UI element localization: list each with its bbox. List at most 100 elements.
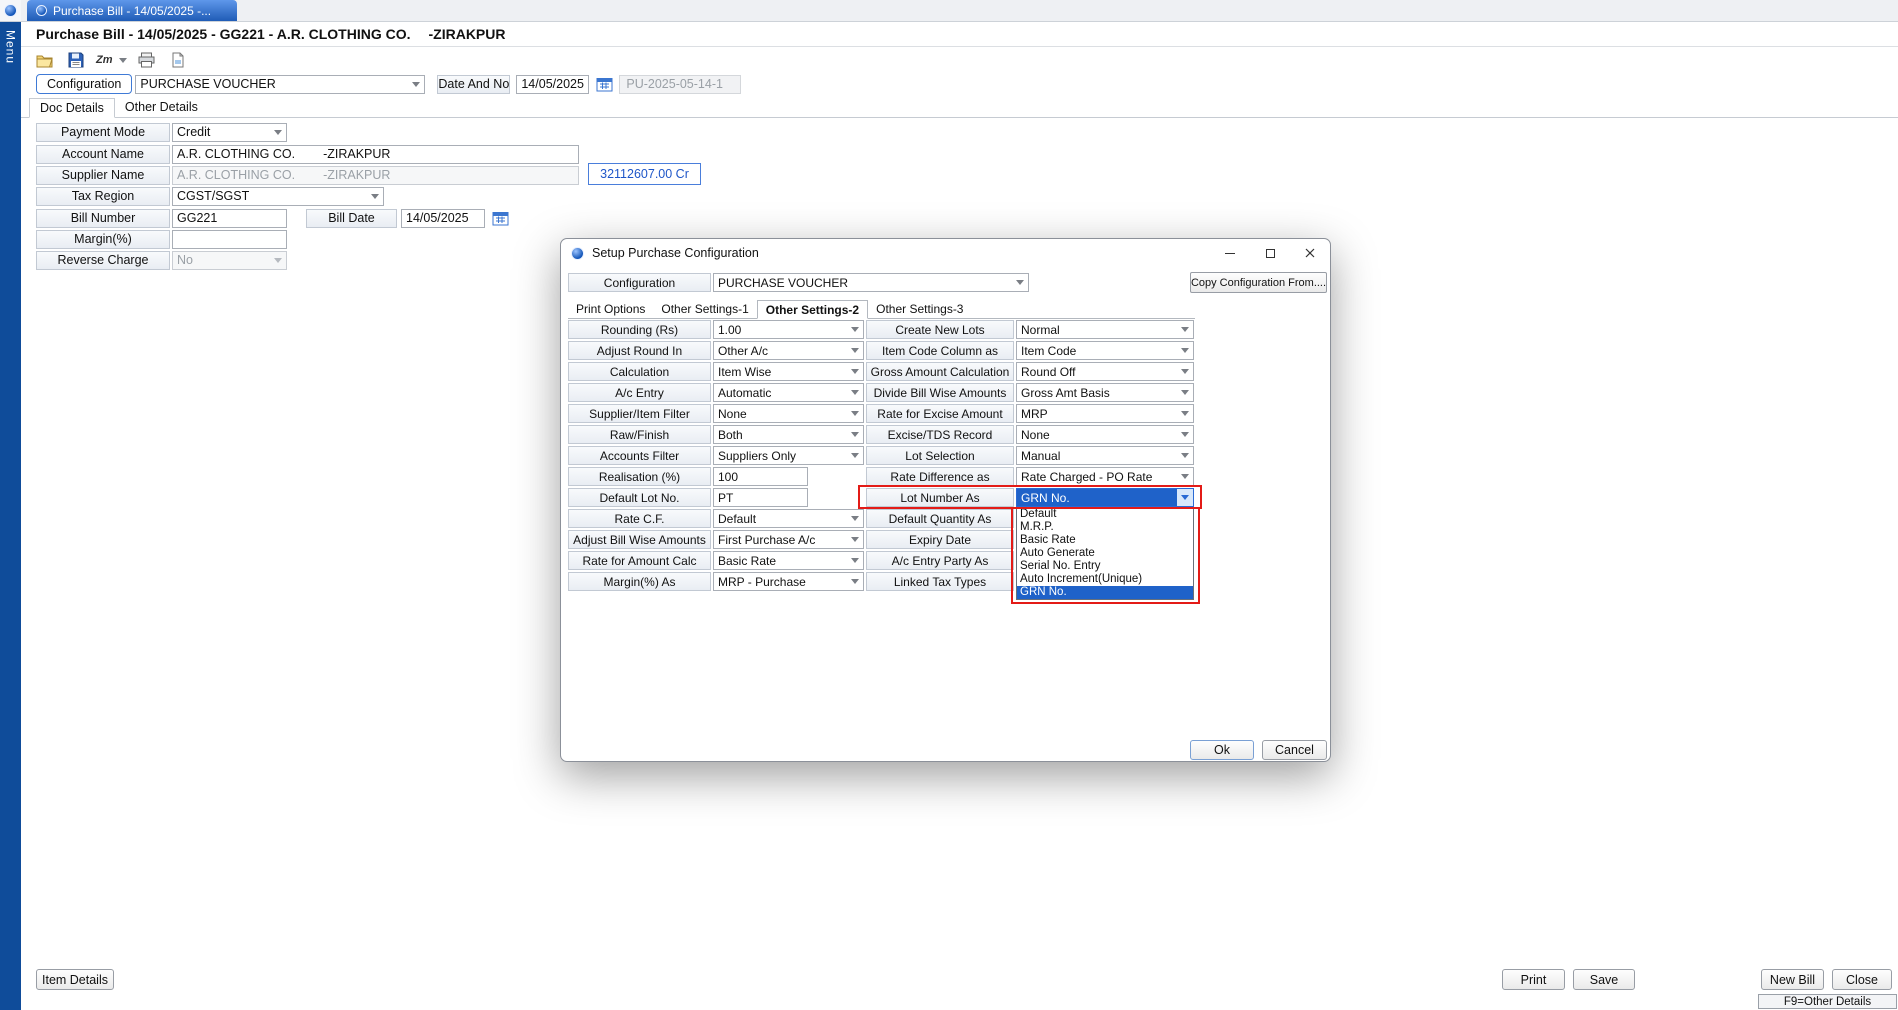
config-grid-row: Rounding (Rs)1.00Create New LotsNormal — [568, 320, 1194, 339]
chevron-down-icon — [851, 348, 859, 353]
config-grid-row: CalculationItem WiseGross Amount Calcula… — [568, 362, 1194, 381]
supplier-balance-badge: 32112607.00 Cr — [588, 163, 701, 185]
zoom-button[interactable]: Zm — [96, 50, 127, 70]
voucher-type-select[interactable]: PURCHASE VOUCHER — [135, 75, 425, 94]
config-row-control: Automatic — [713, 383, 864, 402]
app-logo-button[interactable] — [0, 0, 21, 22]
margin-input[interactable] — [172, 230, 287, 249]
maximize-icon — [1266, 249, 1275, 258]
configuration-button[interactable]: Configuration — [36, 74, 132, 94]
dialog-configuration-select[interactable]: PURCHASE VOUCHER — [713, 273, 1029, 292]
config-select[interactable]: Both — [713, 425, 864, 444]
account-name-suffix: -ZIRAKPUR — [323, 147, 390, 161]
chevron-down-icon — [1181, 453, 1189, 458]
copy-configuration-button[interactable]: Copy Configuration From.... — [1190, 272, 1327, 293]
lot-number-as-select[interactable]: GRN No. — [1016, 488, 1194, 507]
print-button[interactable]: Print — [1502, 969, 1565, 990]
config-select[interactable]: First Purchase A/c — [713, 530, 864, 549]
close-bill-button[interactable]: Close — [1832, 969, 1892, 990]
config-select[interactable]: None — [1016, 425, 1194, 444]
config-select[interactable]: None — [713, 404, 864, 423]
bill-number-input[interactable]: GG221 — [172, 209, 287, 228]
payment-mode-select[interactable]: Credit — [172, 123, 287, 142]
config-select[interactable]: MRP — [1016, 404, 1194, 423]
config-select[interactable]: 1.00 — [713, 320, 864, 339]
bill-number-row: Bill Number GG221 Bill Date 14/05/2025 — [36, 208, 511, 228]
menu-strip: Menu — [0, 0, 21, 1010]
close-dialog-button[interactable] — [1290, 239, 1330, 267]
config-select[interactable]: Other A/c — [713, 341, 864, 360]
chevron-down-icon — [851, 411, 859, 416]
voucher-date-input[interactable]: 14/05/2025 — [516, 75, 589, 94]
config-grid-row: Adjust Round InOther A/cItem Code Column… — [568, 341, 1194, 360]
dropdown-option[interactable]: Basic Rate — [1017, 534, 1193, 547]
dialog-configuration-value: PURCHASE VOUCHER — [718, 276, 848, 290]
config-select-value: Basic Rate — [718, 554, 776, 568]
save-bill-button[interactable]: Save — [1573, 969, 1635, 990]
chevron-down-icon — [371, 194, 379, 199]
tax-region-select[interactable]: CGST/SGST — [172, 187, 384, 206]
config-select[interactable]: MRP - Purchase — [713, 572, 864, 591]
tab-other-details[interactable]: Other Details — [115, 97, 208, 117]
tab-other-settings-3[interactable]: Other Settings-3 — [868, 299, 971, 318]
config-row-label: Adjust Bill Wise Amounts — [568, 530, 711, 549]
config-select[interactable]: Item Code — [1016, 341, 1194, 360]
save-button[interactable] — [65, 50, 87, 70]
supplier-name-suffix: -ZIRAKPUR — [323, 168, 390, 182]
dropdown-option[interactable]: Serial No. Entry — [1017, 560, 1193, 573]
config-row-control: 1.00 — [713, 320, 864, 339]
close-icon — [1305, 248, 1315, 258]
reverse-charge-row: Reverse Charge No — [36, 250, 287, 270]
chevron-down-icon — [851, 432, 859, 437]
dropdown-option[interactable]: Default — [1017, 508, 1193, 521]
page-title-text: Purchase Bill - 14/05/2025 - GG221 - A.R… — [36, 26, 411, 42]
bill-date-calendar-button[interactable] — [489, 208, 511, 228]
menu-toggle[interactable]: Menu — [4, 30, 18, 64]
config-select-value: MRP - Purchase — [718, 575, 806, 589]
chevron-down-icon — [274, 130, 282, 135]
config-select[interactable]: Default — [713, 509, 864, 528]
calendar-icon — [492, 210, 509, 226]
maximize-button[interactable] — [1250, 239, 1290, 267]
tab-other-settings-1[interactable]: Other Settings-1 — [653, 299, 756, 318]
print-icon-button[interactable] — [136, 50, 158, 70]
document-icon — [171, 52, 185, 68]
voucher-type-value: PURCHASE VOUCHER — [140, 77, 275, 91]
dropdown-option[interactable]: Auto Generate — [1017, 547, 1193, 560]
config-select[interactable]: Automatic — [713, 383, 864, 402]
tab-other-settings-2[interactable]: Other Settings-2 — [757, 300, 868, 319]
config-select[interactable]: Round Off — [1016, 362, 1194, 381]
chevron-down-icon — [1181, 348, 1189, 353]
dropdown-option[interactable]: Auto Increment(Unique) — [1017, 573, 1193, 586]
config-select[interactable]: Gross Amt Basis — [1016, 383, 1194, 402]
item-details-button[interactable]: Item Details — [36, 969, 114, 990]
supplier-name-label: Supplier Name — [36, 166, 170, 185]
export-button[interactable] — [167, 50, 189, 70]
config-select[interactable]: Basic Rate — [713, 551, 864, 570]
config-select[interactable]: Suppliers Only — [713, 446, 864, 465]
cancel-button[interactable]: Cancel — [1262, 740, 1327, 760]
config-select[interactable]: Rate Charged - PO Rate — [1016, 467, 1194, 486]
minimize-button[interactable] — [1210, 239, 1250, 267]
config-select[interactable]: Item Wise — [713, 362, 864, 381]
account-name-input[interactable]: A.R. CLOTHING CO. -ZIRAKPUR — [172, 145, 579, 164]
chevron-down-icon — [851, 369, 859, 374]
dropdown-option[interactable]: M.R.P. — [1017, 521, 1193, 534]
tab-doc-details[interactable]: Doc Details — [29, 98, 115, 118]
dialog-window-controls — [1210, 239, 1330, 267]
doc-number-box: PU-2025-05-14-1 — [619, 75, 741, 94]
config-select[interactable]: Manual — [1016, 446, 1194, 465]
open-folder-button[interactable] — [34, 50, 56, 70]
dialog-tabs: Print Options Other Settings-1 Other Set… — [568, 299, 1195, 319]
bill-date-input[interactable]: 14/05/2025 — [401, 209, 485, 228]
new-bill-button[interactable]: New Bill — [1761, 969, 1824, 990]
ok-button[interactable]: Ok — [1190, 740, 1254, 760]
config-input[interactable]: 100 — [713, 467, 808, 486]
calendar-button[interactable] — [593, 74, 615, 94]
config-input[interactable]: PT — [713, 488, 808, 507]
chevron-down-icon — [1181, 327, 1189, 332]
tab-print-options[interactable]: Print Options — [568, 299, 653, 318]
payment-mode-row: Payment Mode Credit — [36, 122, 287, 142]
dropdown-option[interactable]: GRN No. — [1017, 586, 1193, 599]
config-select[interactable]: Normal — [1016, 320, 1194, 339]
